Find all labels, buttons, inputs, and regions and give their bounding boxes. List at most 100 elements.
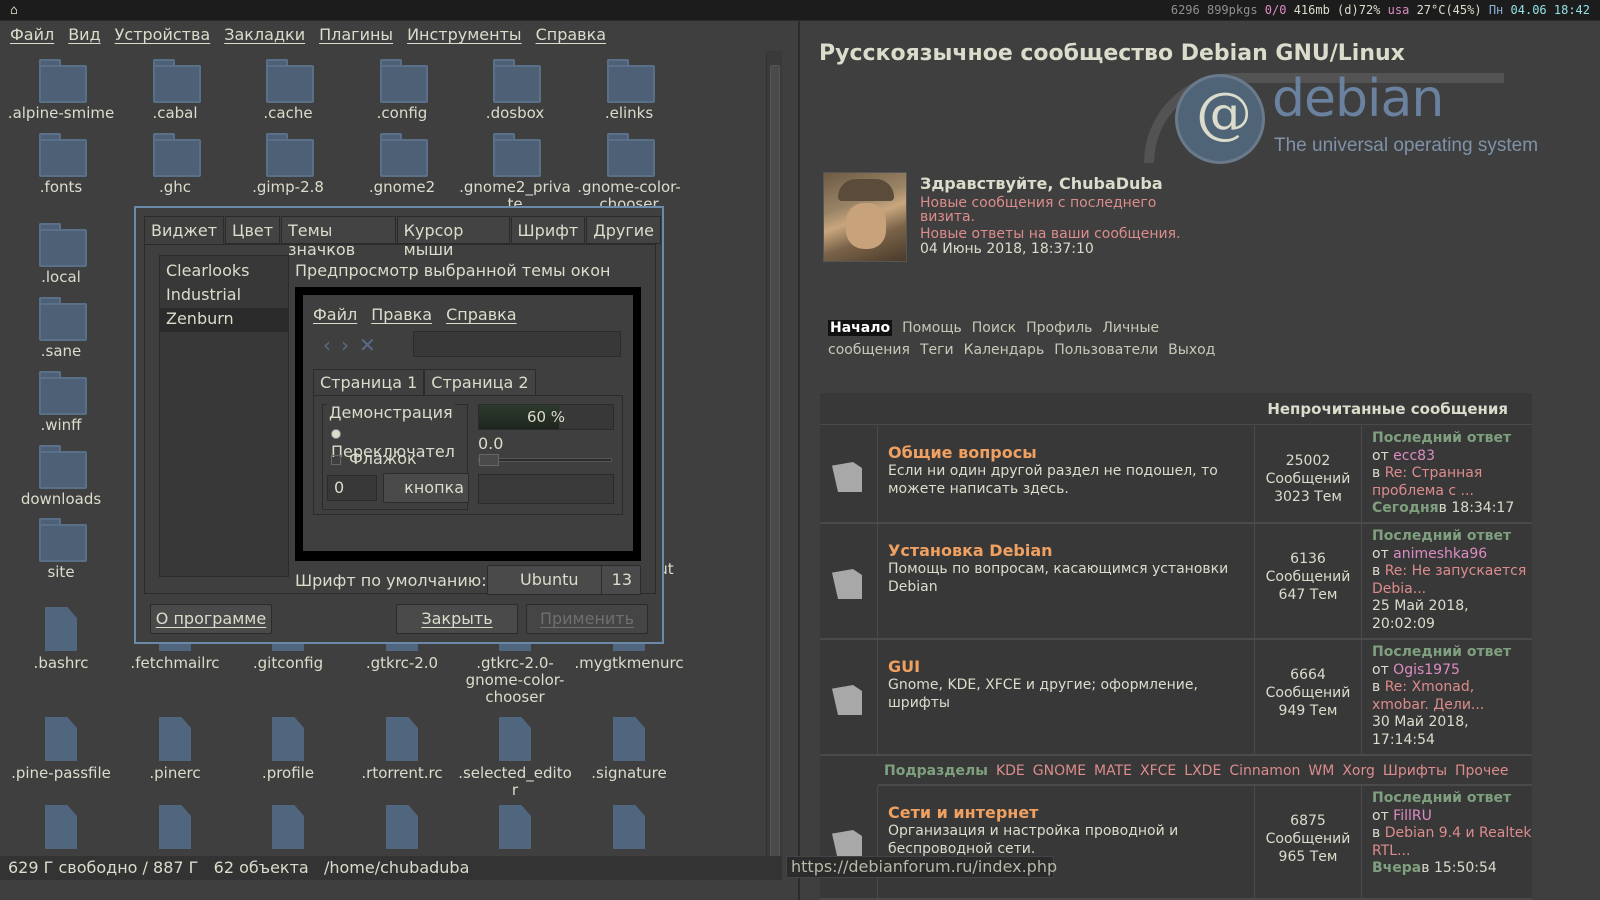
scrollbar-thumb[interactable] xyxy=(770,65,780,860)
theme-list-item[interactable]: Clearlooks xyxy=(160,260,288,284)
file-item[interactable] xyxy=(118,805,232,853)
file-item[interactable]: .pine-passfile xyxy=(4,717,118,782)
tab-3[interactable]: Темы значков xyxy=(281,216,396,259)
file-item[interactable]: .profile xyxy=(231,717,345,782)
file-item[interactable]: .selected_edito r xyxy=(458,717,572,799)
tab-5[interactable]: Шрифт xyxy=(510,216,586,244)
scale-handle[interactable] xyxy=(479,454,499,466)
folder-item[interactable]: .local xyxy=(4,221,118,286)
nav-3[interactable]: Поиск xyxy=(972,320,1016,336)
preview-scale[interactable] xyxy=(478,454,612,466)
subforum-link[interactable]: Шрифты xyxy=(1383,763,1447,779)
theme-list-item[interactable]: Zenburn xyxy=(160,308,288,332)
file-item[interactable]: .signature xyxy=(572,717,686,782)
folder-item[interactable]: .ghc xyxy=(118,131,232,196)
folder-item[interactable]: site xyxy=(4,516,118,581)
stop-icon[interactable]: ✕ xyxy=(359,333,386,357)
nav-9[interactable]: Выход xyxy=(1168,342,1215,358)
about-button[interactable]: О программе xyxy=(150,604,272,634)
author-link[interactable]: ecc83 xyxy=(1393,448,1435,464)
menu-item[interactable]: Устройства xyxy=(115,25,211,47)
board-title[interactable]: Сети и интернет xyxy=(888,804,1248,822)
folder-item[interactable]: downloads xyxy=(4,443,118,508)
new-posts-link[interactable]: Новые сообщения с последнего визита. xyxy=(920,196,1180,224)
folder-item[interactable]: .gnome2_priva te xyxy=(458,131,572,213)
preview-menu-item[interactable]: Справка xyxy=(446,305,517,324)
subforum-link[interactable]: KDE xyxy=(996,763,1025,779)
board-title[interactable]: Установка Debian xyxy=(888,542,1248,560)
folder-item[interactable]: .dosbox xyxy=(458,57,572,122)
preview-menu-item[interactable]: Файл xyxy=(313,305,357,324)
nav-4[interactable]: Профиль xyxy=(1026,320,1092,336)
file-item[interactable] xyxy=(345,805,459,853)
board-title[interactable]: Общие вопросы xyxy=(888,444,1248,462)
file-item[interactable] xyxy=(231,805,345,853)
subforum-link[interactable]: WM xyxy=(1308,763,1334,779)
folder-item[interactable]: .winff xyxy=(4,369,118,434)
folder-item[interactable]: .elinks xyxy=(572,57,686,122)
subforum-link[interactable]: Cinnamon xyxy=(1229,763,1300,779)
author-link[interactable]: animeshka96 xyxy=(1393,546,1487,562)
file-grid-scrollbar[interactable] xyxy=(766,51,782,877)
file-item[interactable] xyxy=(572,805,686,853)
menu-item[interactable]: Справка xyxy=(536,25,607,47)
tab-1[interactable]: Виджет xyxy=(144,216,225,244)
menu-item[interactable]: Файл xyxy=(10,25,54,47)
file-item[interactable]: .bashrc xyxy=(4,607,118,672)
board-title[interactable]: GUI xyxy=(888,658,1248,676)
menu-item[interactable]: Плагины xyxy=(319,25,393,47)
file-item[interactable] xyxy=(458,805,572,853)
subforum-link[interactable]: Прочее xyxy=(1455,763,1508,779)
file-item[interactable]: .pinerc xyxy=(118,717,232,782)
home-icon[interactable]: ⌂ xyxy=(10,1,18,21)
preview-button[interactable]: кнопка xyxy=(383,473,469,503)
unread-posts-link[interactable]: Непрочитанные сообщения xyxy=(820,393,1532,425)
author-link[interactable]: Ogis1975 xyxy=(1393,662,1460,678)
preview-combobox[interactable] xyxy=(478,474,614,504)
topic-link[interactable]: Re: Xmonad, xmobar. Дели... xyxy=(1372,679,1484,713)
tab-2[interactable]: Цвет xyxy=(225,216,281,244)
file-item[interactable]: .rtorrent.rc xyxy=(345,717,459,782)
subforum-link[interactable]: GNOME xyxy=(1033,763,1086,779)
folder-item[interactable]: .cabal xyxy=(118,57,232,122)
tab-6[interactable]: Другие xyxy=(586,216,661,244)
folder-item[interactable]: .gimp-2.8 xyxy=(231,131,345,196)
folder-item[interactable]: .alpine-smime xyxy=(4,57,118,122)
avatar[interactable] xyxy=(823,172,907,262)
topic-link[interactable]: Debian 9.4 и Realtek RTL... xyxy=(1372,825,1531,859)
nav-2[interactable]: Помощь xyxy=(902,320,962,336)
preview-entry[interactable] xyxy=(413,331,621,357)
preview-spinbutton[interactable]: 0 xyxy=(327,475,377,501)
menu-item[interactable]: Вид xyxy=(68,25,100,47)
theme-list-item[interactable]: Industrial xyxy=(160,284,288,308)
topic-link[interactable]: Re: Странная проблема с ... xyxy=(1372,465,1482,499)
author-link[interactable]: FillRU xyxy=(1393,808,1432,824)
preview-menu-item[interactable]: Правка xyxy=(371,305,432,324)
preview-tab-2[interactable]: Страница 2 xyxy=(424,369,536,396)
folder-item[interactable]: .cache xyxy=(231,57,345,122)
close-button[interactable]: Закрыть xyxy=(396,604,518,634)
font-chooser-button[interactable]: Ubuntu 13 xyxy=(487,565,641,595)
subforum-link[interactable]: MATE xyxy=(1094,763,1132,779)
new-replies-link[interactable]: Новые ответы на ваши сообщения. xyxy=(920,226,1180,242)
tab-4[interactable]: Курсор мыши xyxy=(396,216,510,259)
back-icon[interactable]: ‹ xyxy=(323,333,341,357)
nav-8[interactable]: Пользователи xyxy=(1054,342,1158,358)
subforum-link[interactable]: XFCE xyxy=(1140,763,1176,779)
nav-6[interactable]: Теги xyxy=(920,342,954,358)
file-item[interactable] xyxy=(4,805,118,853)
folder-item[interactable]: .config xyxy=(345,57,459,122)
menu-item[interactable]: Инструменты xyxy=(407,25,522,47)
subforum-link[interactable]: LXDE xyxy=(1184,763,1221,779)
forum-title[interactable]: Русскоязычное сообщество Debian GNU/Linu… xyxy=(819,41,1405,66)
subforum-link[interactable]: Xorg xyxy=(1342,763,1375,779)
folder-item[interactable]: .gnome-color- chooser xyxy=(572,131,686,213)
folder-item[interactable]: .gnome2 xyxy=(345,131,459,196)
folder-item[interactable]: .fonts xyxy=(4,131,118,196)
preview-checkbox[interactable]: Флажок xyxy=(331,449,417,468)
topic-link[interactable]: Re: Не запускается Debia... xyxy=(1372,563,1526,597)
menu-item[interactable]: Закладки xyxy=(224,25,305,47)
folder-item[interactable]: .sane xyxy=(4,295,118,360)
nav-7[interactable]: Календарь xyxy=(964,342,1045,358)
nav-1[interactable]: Начало xyxy=(828,320,893,336)
